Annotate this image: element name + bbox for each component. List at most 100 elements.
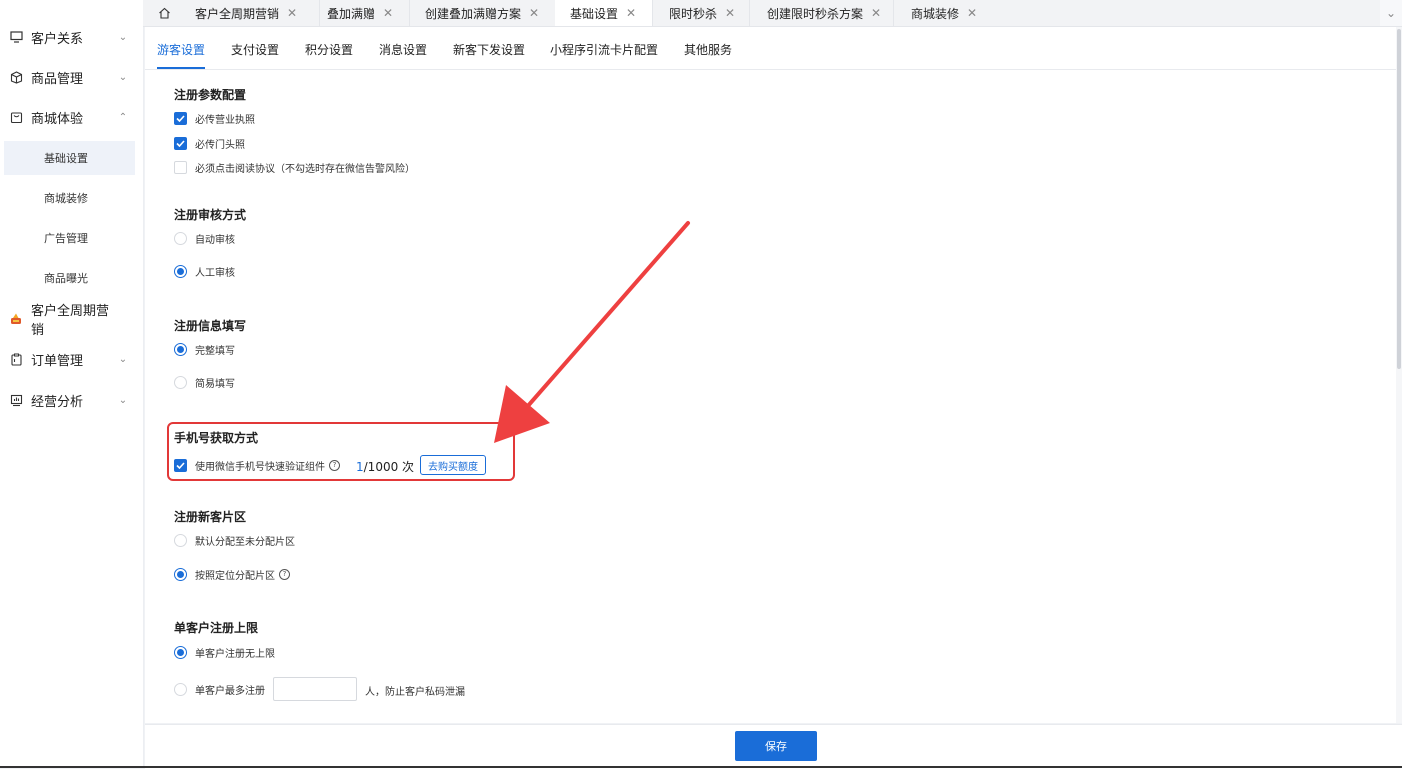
- tab-miniprogram-card[interactable]: 小程序引流卡片配置: [550, 41, 658, 67]
- sidebar-group-label: 商品管理: [31, 71, 84, 87]
- tab-label: 商城装修: [911, 6, 960, 21]
- tab-label: 叠加满赠: [327, 6, 376, 21]
- radio-unselected-icon: [174, 231, 187, 245]
- tab-guest-settings[interactable]: 游客设置: [157, 41, 206, 69]
- sidebar-item-store-decoration[interactable]: 商城装修: [4, 181, 135, 215]
- tab-label: 创建叠加满赠方案: [425, 6, 522, 21]
- settings-subtabs: 游客设置 支付设置 积分设置 消息设置 新客下发设置 小程序引流卡片配置 其他服…: [145, 27, 1396, 70]
- radio-location-zone[interactable]: 按照定位分配片区 ?: [174, 566, 290, 582]
- sidebar: 客户关系 ⌄ 商品管理 ⌄ 商城体验 ⌃ 基础设置 商城装修 广告管理 商品曝光…: [0, 0, 144, 768]
- option-label: 必须点击阅读协议（不勾选时存在微信告警风险）: [195, 163, 415, 175]
- checkbox-storefront-photo[interactable]: 必传门头照: [174, 135, 245, 151]
- tab-stacked-gift[interactable]: 叠加满赠 ✕: [327, 0, 410, 26]
- radio-manual-review[interactable]: 人工审核: [174, 263, 235, 279]
- close-icon[interactable]: ✕: [626, 6, 636, 20]
- option-label: 按照定位分配片区: [195, 570, 275, 582]
- register-limit-input[interactable]: [273, 677, 357, 701]
- option-label: 人工审核: [195, 267, 235, 279]
- store-icon: [9, 110, 23, 124]
- sidebar-group-customer-relations[interactable]: 客户关系 ⌄: [0, 17, 143, 57]
- tab-points-settings[interactable]: 积分设置: [305, 41, 353, 67]
- sidebar-group-product-management[interactable]: 商品管理 ⌄: [0, 57, 143, 97]
- sidebar-group-label: 商城体验: [31, 111, 84, 127]
- help-icon[interactable]: ?: [329, 459, 340, 471]
- checkbox-wechat-phone-verify[interactable]: 使用微信手机号快速验证组件 ?: [174, 457, 340, 473]
- tab-bar: 客户全周期营销 ✕ 叠加满赠 ✕ 创建叠加满赠方案 ✕ 基础设置 ✕ 限时秒杀 …: [143, 0, 1402, 27]
- save-button[interactable]: 保存: [735, 731, 817, 761]
- scrollbar-thumb[interactable]: [1397, 29, 1401, 369]
- quota-used: 1: [356, 460, 364, 474]
- clipboard-icon: [9, 352, 23, 366]
- sidebar-item-label: 商品曝光: [44, 272, 88, 285]
- close-icon[interactable]: ✕: [725, 6, 735, 20]
- chevron-up-icon: ⌃: [118, 111, 128, 123]
- radio-unselected-icon: [174, 533, 187, 547]
- chevron-down-icon: ⌄: [118, 353, 128, 365]
- box-icon: [9, 70, 23, 84]
- radio-selected-icon: [174, 645, 187, 659]
- tab-store-decoration[interactable]: 商城装修 ✕: [911, 0, 985, 26]
- sidebar-group-business-analysis[interactable]: 经营分析 ⌄: [0, 380, 143, 420]
- quota-rest: /1000 次: [363, 460, 415, 474]
- close-icon[interactable]: ✕: [967, 6, 977, 20]
- sidebar-group-order-management[interactable]: 订单管理 ⌄: [0, 339, 143, 379]
- sidebar-item-label: 基础设置: [44, 152, 88, 165]
- chevron-down-icon[interactable]: ⌄: [1380, 0, 1402, 26]
- quota-counter: 1/1000 次: [356, 458, 414, 475]
- close-icon[interactable]: ✕: [287, 6, 297, 20]
- help-icon[interactable]: ?: [279, 568, 290, 580]
- radio-default-zone[interactable]: 默认分配至未分配片区: [174, 532, 295, 548]
- tab-message-settings[interactable]: 消息设置: [379, 41, 427, 67]
- option-label: 必传营业执照: [195, 114, 255, 126]
- chevron-down-icon: ⌄: [118, 394, 128, 406]
- register-limit-suffix: 人，防止客户私码泄漏: [365, 687, 465, 698]
- option-label: 默认分配至未分配片区: [195, 536, 295, 548]
- close-icon[interactable]: ✕: [383, 6, 393, 20]
- buy-quota-button[interactable]: 去购买额度: [420, 455, 486, 475]
- sidebar-group-store-experience[interactable]: 商城体验 ⌃: [0, 97, 143, 137]
- section-title-info-fill: 注册信息填写: [174, 319, 247, 333]
- radio-selected-icon: [174, 342, 187, 356]
- tab-basic-settings[interactable]: 基础设置 ✕: [555, 0, 653, 26]
- option-label: 单客户注册无上限: [195, 648, 275, 660]
- checkbox-checked-icon: [174, 458, 187, 472]
- tab-create-stacked-gift-plan[interactable]: 创建叠加满赠方案 ✕: [425, 0, 559, 26]
- sidebar-item-ad-management[interactable]: 广告管理: [4, 221, 135, 255]
- option-label: 自动审核: [195, 234, 235, 246]
- tab-label: 限时秒杀: [669, 6, 718, 21]
- home-tab[interactable]: [151, 3, 177, 23]
- checkbox-unchecked-icon: [174, 160, 187, 174]
- close-icon[interactable]: ✕: [529, 6, 539, 20]
- tab-flash-sale[interactable]: 限时秒杀 ✕: [669, 0, 750, 26]
- tab-other-services[interactable]: 其他服务: [684, 41, 732, 67]
- checkbox-read-agreement[interactable]: 必须点击阅读协议（不勾选时存在微信告警风险）: [174, 159, 415, 175]
- sidebar-item-product-exposure[interactable]: 商品曝光: [4, 261, 135, 295]
- tab-create-flash-sale-plan[interactable]: 创建限时秒杀方案 ✕: [767, 0, 894, 26]
- checkbox-checked-icon: [174, 111, 187, 125]
- tab-label: 基础设置: [570, 6, 619, 21]
- radio-simple-fill[interactable]: 简易填写: [174, 374, 235, 390]
- close-icon[interactable]: ✕: [871, 6, 881, 20]
- radio-auto-review[interactable]: 自动审核: [174, 230, 235, 246]
- radio-full-fill[interactable]: 完整填写: [174, 341, 235, 357]
- radio-selected-icon: [174, 264, 187, 278]
- sidebar-item-basic-settings[interactable]: 基础设置: [4, 141, 135, 175]
- tab-lifecycle-marketing[interactable]: 客户全周期营销 ✕: [195, 0, 320, 26]
- checkbox-business-license[interactable]: 必传营业执照: [174, 110, 255, 126]
- chevron-down-icon: ⌄: [118, 71, 128, 83]
- tab-payment-settings[interactable]: 支付设置: [231, 41, 279, 67]
- tab-new-customer-dispatch[interactable]: 新客下发设置: [453, 41, 525, 67]
- marketing-icon: [9, 312, 23, 326]
- sidebar-group-lifecycle-marketing[interactable]: 客户全周期营销: [0, 299, 143, 339]
- scrollbar[interactable]: [1396, 27, 1402, 723]
- option-label: 使用微信手机号快速验证组件: [195, 461, 325, 473]
- section-title-review-method: 注册审核方式: [174, 208, 247, 222]
- tab-label: 客户全周期营销: [195, 6, 280, 21]
- radio-no-limit[interactable]: 单客户注册无上限: [174, 644, 275, 660]
- checkbox-checked-icon: [174, 136, 187, 150]
- option-label: 单客户最多注册: [195, 685, 265, 697]
- section-title-phone-method: 手机号获取方式: [174, 431, 259, 445]
- option-label: 完整填写: [195, 345, 235, 357]
- option-label: 必传门头照: [195, 139, 245, 151]
- radio-max-register[interactable]: 单客户最多注册: [174, 681, 265, 697]
